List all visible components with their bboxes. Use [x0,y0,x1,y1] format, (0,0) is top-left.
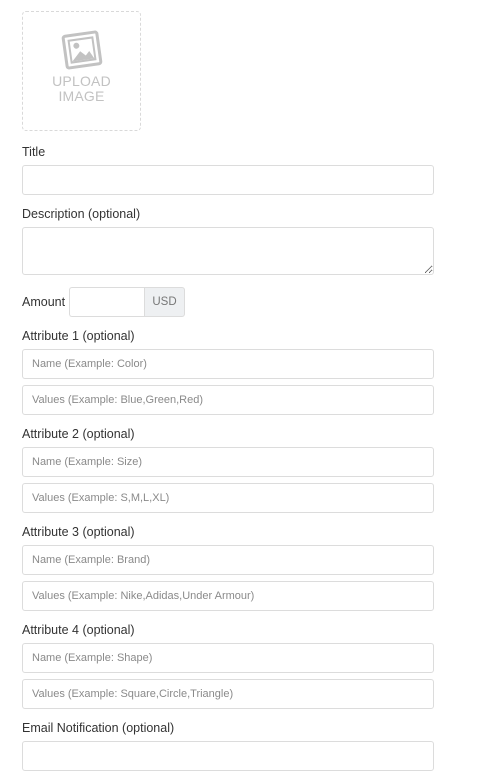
currency-addon: USD [144,287,185,317]
attribute-1-name-input[interactable] [22,349,434,379]
upload-image-label: UPLOAD IMAGE [52,73,111,104]
title-input[interactable] [22,165,434,195]
attribute-3-label: Attribute 3 (optional) [22,525,135,539]
attribute-3-values-input[interactable] [22,581,434,611]
attribute-1-values-input[interactable] [22,385,434,415]
amount-group: USD [69,287,185,317]
upload-image-button[interactable]: UPLOAD IMAGE [22,11,141,131]
description-textarea[interactable] [22,227,434,275]
email-notification-input[interactable] [22,741,434,771]
attribute-1-label: Attribute 1 (optional) [22,329,135,343]
amount-label: Amount [22,295,66,309]
description-label: Description (optional) [22,207,141,221]
attribute-2-values-input[interactable] [22,483,434,513]
image-icon [61,30,102,70]
attribute-4-label: Attribute 4 (optional) [22,623,135,637]
attribute-4-values-input[interactable] [22,679,434,709]
attribute-4-name-input[interactable] [22,643,434,673]
attribute-3-name-input[interactable] [22,545,434,575]
attribute-2-label: Attribute 2 (optional) [22,427,135,441]
amount-input[interactable] [69,287,144,317]
email-notification-label: Email Notification (optional) [22,721,175,735]
attribute-2-name-input[interactable] [22,447,434,477]
title-label: Title [22,145,46,159]
